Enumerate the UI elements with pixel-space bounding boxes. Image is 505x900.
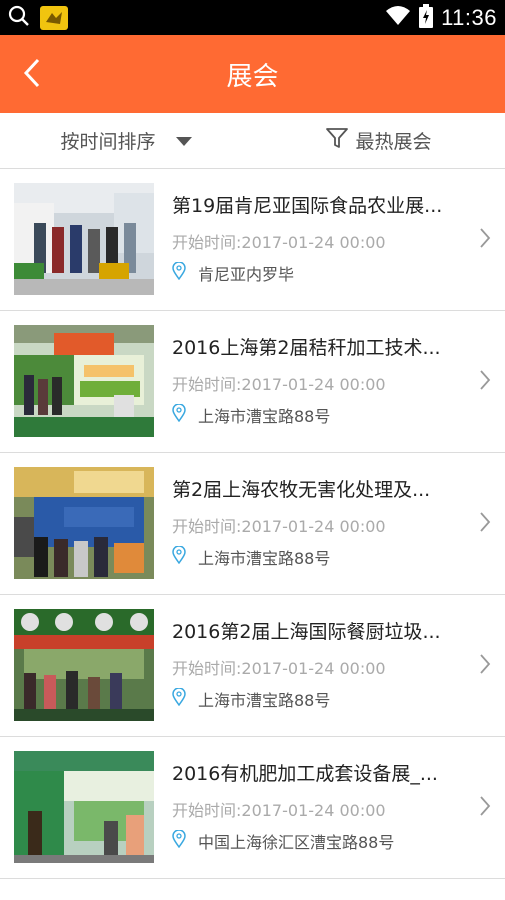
exhibition-title: 2016有机肥加工成套设备展_...	[172, 763, 438, 785]
exhibition-title: 第2届上海农牧无害化处理及...	[172, 479, 431, 501]
exhibition-item[interactable]: 第19届肯尼亚国际食品农业展... 开始时间:2017-01-24 00:00 …	[0, 169, 505, 311]
chevron-right-icon	[479, 795, 491, 821]
location-text: 上海市漕宝路88号	[198, 549, 331, 568]
exhibition-item[interactable]: 2016有机肥加工成套设备展_... 开始时间:2017-01-24 00:00…	[0, 737, 505, 879]
funnel-icon	[325, 126, 349, 155]
chevron-right-icon	[479, 227, 491, 253]
clock: 11:36	[441, 4, 497, 30]
exhibition-item[interactable]: 2016第2届上海国际餐厨垃圾... 开始时间:2017-01-24 00:00…	[0, 595, 505, 737]
exhibition-start-time: 开始时间:2017-01-24 00:00	[172, 233, 386, 252]
exhibition-thumbnail	[14, 467, 154, 579]
back-button[interactable]	[12, 55, 52, 95]
exhibition-start-time: 开始时间:2017-01-24 00:00	[172, 801, 386, 820]
page-title: 展会	[226, 61, 279, 92]
location-pin-icon	[172, 403, 186, 426]
chevron-left-icon	[22, 57, 42, 93]
exhibition-location: 中国上海徐汇区漕宝路88号	[172, 829, 394, 853]
exhibition-location: 上海市漕宝路88号	[172, 687, 330, 711]
exhibition-item[interactable]: 第2届上海农牧无害化处理及... 开始时间:2017-01-24 00:00 上…	[0, 453, 505, 595]
location-text: 肯尼亚内罗毕	[198, 265, 295, 284]
location-pin-icon	[172, 261, 186, 284]
exhibition-thumbnail	[14, 325, 154, 437]
filter-bar: 按时间排序 最热展会	[0, 113, 505, 169]
location-text: 上海市漕宝路88号	[198, 407, 331, 426]
exhibition-location: 肯尼亚内罗毕	[172, 261, 294, 285]
location-pin-icon	[172, 687, 186, 710]
hottest-exhibitions-filter[interactable]: 最热展会	[252, 126, 505, 155]
app-bar: 展会	[0, 35, 505, 113]
sort-by-time-dropdown[interactable]: 按时间排序	[0, 127, 252, 154]
exhibition-title: 第19届肯尼亚国际食品农业展...	[172, 195, 443, 217]
exhibition-title: 2016第2届上海国际餐厨垃圾...	[172, 621, 441, 643]
exhibition-start-time: 开始时间:2017-01-24 00:00	[172, 375, 386, 394]
exhibition-item[interactable]: 2016上海第2届秸秆加工技术... 开始时间:2017-01-24 00:00…	[0, 311, 505, 453]
search-icon	[8, 5, 30, 31]
battery-icon	[419, 3, 434, 32]
sort-label: 按时间排序	[60, 131, 156, 153]
exhibition-start-time: 开始时间:2017-01-24 00:00	[172, 659, 386, 678]
chevron-right-icon	[479, 511, 491, 537]
location-text: 上海市漕宝路88号	[198, 691, 331, 710]
exhibition-thumbnail	[14, 609, 154, 721]
exhibition-title: 2016上海第2届秸秆加工技术...	[172, 337, 441, 359]
caret-down-icon	[175, 130, 192, 152]
chevron-right-icon	[479, 369, 491, 395]
app-notification-icon	[40, 5, 68, 30]
wifi-icon	[385, 5, 411, 31]
location-pin-icon	[172, 545, 186, 568]
exhibition-start-time: 开始时间:2017-01-24 00:00	[172, 517, 386, 536]
hot-label: 最热展会	[355, 131, 432, 153]
location-text: 中国上海徐汇区漕宝路88号	[198, 833, 395, 852]
exhibition-list: 第19届肯尼亚国际食品农业展... 开始时间:2017-01-24 00:00 …	[0, 169, 505, 879]
status-bar: 11:36	[0, 0, 505, 35]
exhibition-location: 上海市漕宝路88号	[172, 545, 330, 569]
exhibition-thumbnail	[14, 183, 154, 295]
chevron-right-icon	[479, 653, 491, 679]
exhibition-location: 上海市漕宝路88号	[172, 403, 330, 427]
location-pin-icon	[172, 829, 186, 852]
exhibition-thumbnail	[14, 751, 154, 863]
